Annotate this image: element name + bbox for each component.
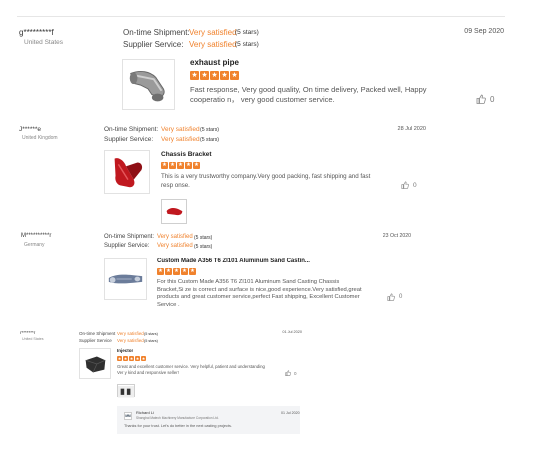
review-photo[interactable] (161, 199, 187, 224)
service-label: Supplier Service (79, 338, 112, 343)
product-thumbnail[interactable] (104, 258, 147, 300)
star-icon: ★ (181, 267, 188, 275)
shipment-rating: Very satisfied (157, 234, 193, 240)
reviewer-name: g*********f (19, 28, 54, 37)
thumbs-up-icon (387, 293, 395, 301)
reviewer-country: United States (22, 337, 44, 341)
reviewer-country: Germany (24, 242, 45, 248)
review-date: 01 Jul 2020 (282, 330, 302, 334)
shipment-stars: (5 stars) (200, 127, 220, 133)
like-count: 0 (294, 370, 297, 376)
star-icon: ★ (117, 355, 122, 361)
like-button[interactable]: 0 (476, 94, 494, 104)
product-name[interactable]: Injector (117, 348, 133, 353)
product-thumbnail[interactable] (104, 150, 150, 194)
star-icon: ★ (169, 161, 176, 169)
star-icon: ★ (230, 71, 239, 80)
reviewer-country: United States (24, 39, 64, 46)
star-icon: ★ (177, 161, 184, 169)
service-stars: (5 stars) (200, 137, 220, 143)
review-date: 28 Jul 2020 (397, 126, 426, 132)
shipment-stars: (5 stars) (194, 235, 213, 241)
product-name[interactable]: exhaust pipe (190, 58, 239, 67)
shipment-stars: (5 stars) (144, 331, 158, 336)
review-photo-image (162, 200, 186, 224)
star-icon: ★ (129, 355, 134, 361)
star-icon: ★ (189, 267, 196, 275)
thumbs-up-icon (476, 94, 486, 104)
review-photo-image (118, 386, 134, 398)
service-rating: Very satisfied (117, 338, 144, 343)
star-icon: ★ (210, 71, 219, 80)
reply-date: 01 Jul 2020 (281, 411, 300, 415)
injector-image (80, 349, 110, 378)
shipment-label: On-time Shipment: (123, 28, 190, 37)
review-comment: Great and excellent customer service. Ve… (117, 364, 265, 375)
star-icon: ★ (185, 161, 192, 169)
product-star-rating: ★ ★ ★ ★ ★ (161, 162, 201, 169)
star-icon: ★ (190, 71, 199, 80)
product-name[interactable]: Chassis Bracket (161, 151, 212, 158)
shipment-label: On-time Shipment: (104, 126, 159, 133)
product-thumbnail[interactable] (79, 348, 111, 379)
reply-author: Richard Li (136, 410, 155, 415)
star-icon: ★ (193, 161, 200, 169)
like-count: 0 (399, 294, 403, 300)
service-stars: (5 stars) (194, 244, 213, 250)
service-stars: (5 stars) (144, 338, 158, 343)
shipment-rating: Very satisfied (117, 331, 144, 336)
service-rating: Very satisfied (161, 136, 200, 143)
review-comment: This is a very trustworthy company.Very … (161, 173, 371, 189)
product-name[interactable]: Custom Made A356 T6 ZI101 Aluminum Sand … (157, 258, 333, 264)
service-rating: Very satisfied (189, 40, 237, 49)
exhaust-pipe-image (123, 60, 174, 109)
review-comment: For this Custom Made A356 T6 ZI101 Alumi… (157, 279, 362, 308)
like-count: 0 (490, 94, 495, 104)
review-date: 09 Sep 2020 (464, 28, 504, 35)
reviewer-country: United Kingdom (22, 135, 58, 141)
like-button[interactable]: 0 (387, 293, 402, 301)
product-star-rating: ★ ★ ★ ★ ★ (190, 71, 240, 80)
reviewer-name: J******e (19, 126, 42, 133)
star-icon: ★ (123, 355, 128, 361)
reviewer-name: M**********r (21, 233, 52, 239)
aluminum-casting-image (105, 259, 146, 299)
star-icon: ★ (200, 71, 209, 80)
shipment-label: On-time Shipment: (104, 234, 155, 240)
shipment-rating: Very satisfied (161, 126, 200, 133)
service-label: Supplier Service: (123, 40, 184, 49)
star-icon: ★ (220, 71, 229, 80)
product-star-rating: ★ ★ ★ ★ ★ (117, 356, 147, 361)
like-count: 0 (413, 181, 417, 189)
product-thumbnail[interactable] (122, 59, 175, 110)
star-icon: ★ (135, 355, 140, 361)
thumbs-up-icon (401, 181, 409, 189)
thumbs-up-icon (285, 370, 291, 376)
service-rating: Very satisfied (157, 243, 193, 249)
shipment-rating: Very satisfied (189, 28, 237, 37)
supplier-logo: MM (124, 412, 132, 420)
shipment-label: On-time Shipment (79, 331, 116, 336)
like-button[interactable]: 0 (401, 181, 417, 189)
star-icon: ★ (173, 267, 180, 275)
service-label: Supplier Service: (104, 243, 150, 249)
star-icon: ★ (157, 267, 164, 275)
review-photo[interactable] (117, 384, 135, 398)
chassis-bracket-image (105, 151, 149, 193)
reviewer-name: r*******r (20, 330, 36, 335)
star-icon: ★ (165, 267, 172, 275)
product-star-rating: ★ ★ ★ ★ ★ (157, 268, 197, 275)
reply-text: Thanks for your trust. Let's do better i… (124, 424, 232, 428)
star-icon: ★ (141, 355, 146, 361)
top-divider (17, 16, 505, 17)
reply-company: Shanghai Matech Machinery Manufacture Co… (136, 416, 219, 420)
star-icon: ★ (161, 161, 168, 169)
supplier-reply: MM Richard Li Shanghai Matech Machinery … (117, 406, 300, 434)
service-stars: (5 stars) (235, 41, 259, 48)
review-date: 23 Oct 2020 (382, 233, 411, 239)
like-button[interactable]: 0 (285, 370, 297, 376)
service-label: Supplier Service: (104, 136, 154, 143)
shipment-stars: (5 stars) (235, 29, 259, 36)
review-comment: Fast response, Very good quality, On tim… (190, 85, 427, 104)
